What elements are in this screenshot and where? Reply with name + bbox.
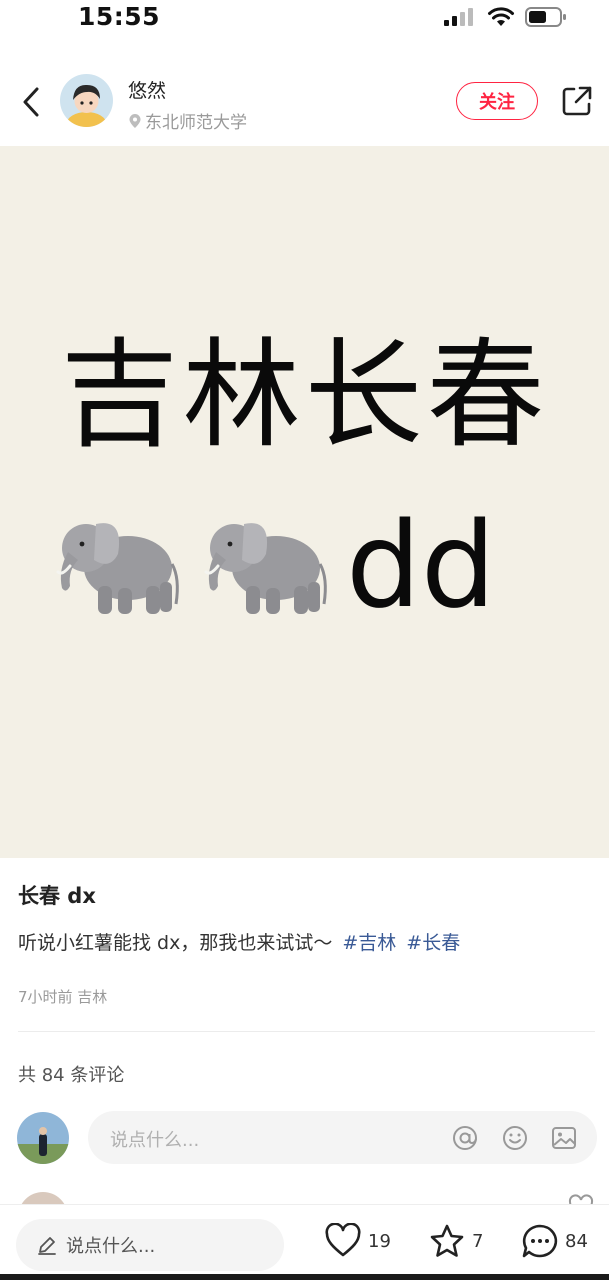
share-icon bbox=[562, 86, 592, 116]
back-button[interactable] bbox=[14, 82, 48, 122]
divider bbox=[18, 1031, 595, 1032]
author-name[interactable]: 悠然 bbox=[128, 76, 166, 103]
comment-total: 84 bbox=[565, 1230, 588, 1252]
emoji-icon[interactable] bbox=[501, 1124, 529, 1152]
heart-icon bbox=[325, 1223, 361, 1257]
collect-button[interactable]: 7 bbox=[428, 1223, 483, 1259]
bottom-input-placeholder: 说点什么... bbox=[66, 1236, 156, 1257]
hashtag-changchun[interactable]: #长春 bbox=[406, 932, 460, 954]
hashtag-jilin[interactable]: #吉林 bbox=[342, 932, 396, 954]
post-body: 听说小红薯能找 dx，那我也来试试～ #吉林 #长春 bbox=[18, 928, 460, 955]
chevron-left-icon bbox=[23, 87, 39, 117]
elephant-emoji-icon bbox=[204, 523, 327, 614]
location-pin-icon bbox=[129, 113, 141, 128]
cellular-signal-icon bbox=[444, 8, 473, 26]
comment-bubble-icon bbox=[522, 1224, 558, 1258]
elephant-emoji-icon bbox=[56, 523, 179, 614]
home-indicator bbox=[0, 1274, 609, 1280]
follow-button[interactable]: 关注 bbox=[456, 82, 538, 120]
author-location-text: 东北师范大学 bbox=[145, 113, 247, 133]
star-icon bbox=[430, 1224, 464, 1257]
bottom-comment-input[interactable]: 说点什么... bbox=[16, 1219, 284, 1271]
status-icons bbox=[443, 6, 567, 28]
like-button[interactable]: 19 bbox=[324, 1223, 391, 1259]
status-time: 15:55 bbox=[78, 2, 161, 31]
bottom-bar: 说点什么... 19 7 84 bbox=[0, 1204, 609, 1281]
pencil-icon bbox=[38, 1237, 56, 1255]
comment-button[interactable]: 84 bbox=[521, 1223, 588, 1259]
post-meta: 7小时前 吉林 bbox=[18, 988, 108, 1006]
share-button[interactable] bbox=[560, 84, 594, 118]
author-avatar[interactable] bbox=[60, 74, 113, 127]
comment-input[interactable]: 说点什么... bbox=[88, 1111, 597, 1164]
like-count: 19 bbox=[368, 1230, 391, 1252]
image-icon[interactable] bbox=[550, 1124, 578, 1152]
collect-count: 7 bbox=[472, 1230, 484, 1252]
post-title: 长春 dx bbox=[18, 884, 96, 908]
image-text-line2: dd bbox=[52, 506, 496, 624]
wifi-icon bbox=[488, 7, 514, 26]
author-location: 东北师范大学 bbox=[128, 108, 247, 133]
comment-input-placeholder: 说点什么... bbox=[110, 1130, 200, 1151]
comment-count: 共 84 条评论 bbox=[18, 1065, 125, 1086]
image-text-dd: dd bbox=[346, 496, 496, 634]
image-text-line1: 吉林长春 bbox=[60, 326, 549, 464]
my-avatar bbox=[17, 1112, 69, 1164]
battery-icon bbox=[525, 7, 566, 27]
at-icon[interactable] bbox=[451, 1124, 479, 1152]
post-image[interactable]: 吉林长春 dd bbox=[0, 146, 609, 858]
post-body-text: 听说小红薯能找 dx，那我也来试试～ bbox=[18, 932, 333, 954]
